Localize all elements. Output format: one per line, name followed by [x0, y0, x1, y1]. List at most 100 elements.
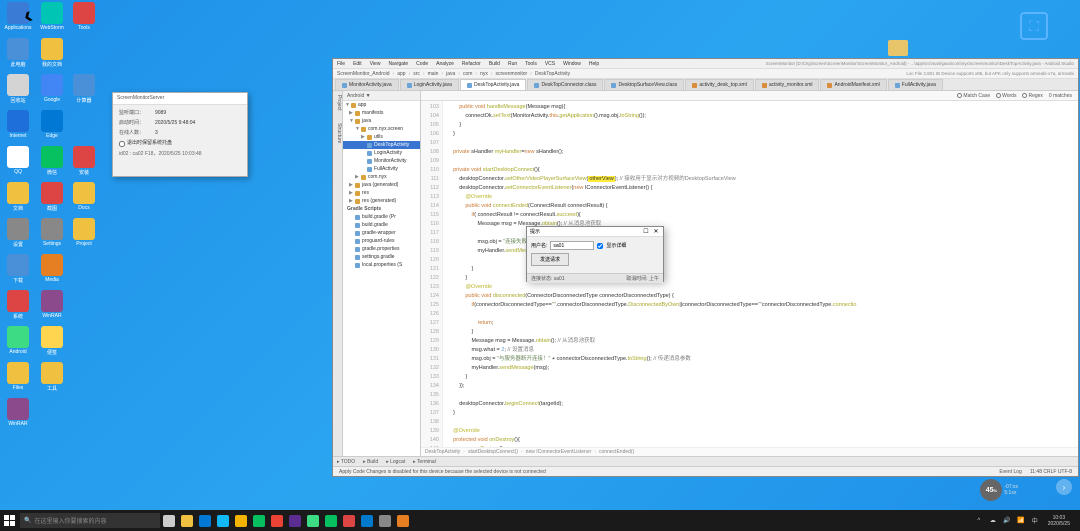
desktop-icon-安装[interactable]: 安装	[70, 146, 98, 180]
crumb-nyx[interactable]: nyx	[480, 71, 488, 77]
tree-Gradle Scripts[interactable]: Gradle Scripts	[343, 205, 420, 213]
tray-icon[interactable]: 🔊	[1002, 516, 1012, 526]
tree-local.properties (S[interactable]: local.properties (S	[343, 261, 420, 269]
desktop-icon-设置[interactable]: 设置	[4, 218, 32, 252]
dialog-close-icon[interactable]: ✕	[652, 228, 660, 236]
desktop-icon-下载[interactable]: 下载	[4, 254, 32, 288]
tray-icon[interactable]: 📶	[1016, 516, 1026, 526]
taskbar-wechat[interactable]	[250, 510, 268, 531]
desktop-icon-Docs[interactable]: Docs	[70, 182, 98, 216]
desktop-icon-我的文档[interactable]: 我的文档	[38, 38, 66, 72]
tree-app[interactable]: ▼app	[343, 101, 420, 109]
taskbar-vs[interactable]	[286, 510, 304, 531]
tab-activity_desk_top.xml[interactable]: activity_desk_top.xml	[685, 79, 754, 90]
desktop-icon-工具[interactable]: 工具	[38, 362, 66, 396]
send-request-button[interactable]: 发送请求	[531, 253, 569, 266]
taskbar-explorer[interactable]	[178, 510, 196, 531]
start-button[interactable]	[0, 510, 20, 531]
match-case-checkbox[interactable]	[957, 93, 962, 98]
bottom-tab-logcat[interactable]: ▸ Logcat	[386, 459, 405, 465]
crumb-main[interactable]: main	[428, 71, 439, 77]
desktop-folder[interactable]	[888, 40, 908, 56]
tab-LoginActivity.java[interactable]: LoginActivity.java	[400, 79, 459, 90]
desktop-icon-Files[interactable]: Files	[4, 362, 32, 396]
tab-MonitorActivity.java[interactable]: MonitorActivity.java	[335, 79, 399, 90]
tree-gradle.properties[interactable]: gradle.properties	[343, 245, 420, 253]
tree-MonitorActivity[interactable]: MonitorActivity	[343, 157, 420, 165]
desktop-icon-微信[interactable]: 微信	[38, 146, 66, 180]
tree-utils[interactable]: ▶utils	[343, 133, 420, 141]
ide-tool-strip-left[interactable]: ProjectStructure	[333, 91, 343, 456]
crumb-ScreenMonitor_Android[interactable]: ScreenMonitor_Android	[337, 71, 390, 77]
username-input[interactable]	[550, 241, 594, 250]
crumb-com[interactable]: com	[463, 71, 472, 77]
tree-header[interactable]: Android ▼	[343, 91, 420, 101]
menu-edit[interactable]: Edit	[353, 61, 362, 67]
crumb-src[interactable]: src	[413, 71, 420, 77]
desktop-icon-Android[interactable]: Android	[4, 326, 32, 360]
tree-res[interactable]: ▶res	[343, 189, 420, 197]
menu-code[interactable]: Code	[416, 61, 428, 67]
tree-proguard-rules[interactable]: proguard-rules	[343, 237, 420, 245]
words-checkbox[interactable]	[996, 93, 1001, 98]
taskbar-app2[interactable]	[376, 510, 394, 531]
tree-LoginActivity[interactable]: LoginActivity	[343, 149, 420, 157]
tree-settings.gradle[interactable]: settings.gradle	[343, 253, 420, 261]
desktop-icon-WinRAR[interactable]: WinRAR	[38, 290, 66, 324]
desktop-icon-便签[interactable]: 便签	[38, 326, 66, 360]
taskbar-task-view[interactable]	[160, 510, 178, 531]
desktop-icon-WinRAR[interactable]: WinRAR	[4, 398, 32, 432]
tree-manifests[interactable]: ▶manifests	[343, 109, 420, 117]
tree-DeskTopActivity[interactable]: DeskTopActivity	[343, 141, 420, 149]
desktop-icon-Edge[interactable]: Edge	[38, 110, 66, 144]
bottom-tab-build[interactable]: ▸ Build	[363, 459, 378, 465]
tab-activity_monitor.xml[interactable]: activity_monitor.xml	[755, 79, 820, 90]
taskbar-qq[interactable]	[214, 510, 232, 531]
crumb-DeskTopActivity[interactable]: DeskTopActivity	[535, 71, 570, 77]
desktop-icon-计算器[interactable]: 计算器	[70, 74, 98, 108]
menu-navigate[interactable]: Navigate	[388, 61, 408, 67]
desktop-icon-WebStorm[interactable]: WebStorm	[38, 2, 66, 36]
tree-com.nyx.screen[interactable]: ▼com.nyx.screen	[343, 125, 420, 133]
next-chevron-icon[interactable]: ›	[1056, 479, 1072, 495]
progress-indicator[interactable]: 45% -07:xx5:1xx	[980, 479, 1018, 501]
taskbar-wechat2[interactable]	[322, 510, 340, 531]
menu-file[interactable]: File	[337, 61, 345, 67]
desktop-icon-Google[interactable]: Google	[38, 74, 66, 108]
tree-java (generated)[interactable]: ▶java (generated)	[343, 181, 420, 189]
menu-build[interactable]: Build	[489, 61, 500, 67]
tree-build.gradle (Pr[interactable]: build.gradle (Pr	[343, 213, 420, 221]
taskbar-chrome[interactable]	[232, 510, 250, 531]
desktop-icon-回收站[interactable]: 回收站	[4, 74, 32, 108]
tree-com.nyx[interactable]: ▶com.nyx	[343, 173, 420, 181]
tree-gradle-wrapper[interactable]: gradle-wrapper	[343, 229, 420, 237]
menu-tools[interactable]: Tools	[525, 61, 537, 67]
tray-icon[interactable]: ☁	[988, 516, 998, 526]
crumb-app[interactable]: app	[397, 71, 405, 77]
expand-overlay[interactable]: ⛶	[1020, 12, 1048, 40]
tab-DeskTopActivity.java[interactable]: DeskTopActivity.java	[460, 79, 526, 90]
taskbar-vscode[interactable]	[358, 510, 376, 531]
regex-checkbox[interactable]	[1022, 93, 1027, 98]
desktop-icon-blank[interactable]	[70, 110, 98, 144]
tree-build.gradle[interactable]: build.gradle	[343, 221, 420, 229]
tray-icon[interactable]: 中	[1030, 516, 1040, 526]
menu-view[interactable]: View	[370, 61, 381, 67]
taskbar-clock[interactable]: 10:032020/5/25	[1044, 515, 1074, 527]
desktop-icon-系统[interactable]: 系统	[4, 290, 32, 324]
dialog-maximize-icon[interactable]: ☐	[642, 228, 650, 236]
desktop-icon-blank[interactable]	[70, 38, 98, 72]
taskbar-chrome2[interactable]	[268, 510, 286, 531]
line-gutter[interactable]: 1031041051061071081091101111121131141151…	[421, 101, 443, 447]
tab-DesktopSurfaceView.class[interactable]: DesktopSurfaceView.class	[604, 79, 684, 90]
desktop-icon-截图[interactable]: 截图	[38, 182, 66, 216]
util-titlebar[interactable]: ScreenMonitorServer	[113, 93, 247, 105]
menu-vcs[interactable]: VCS	[545, 61, 555, 67]
tree-res (generated)[interactable]: ▶res (generated)	[343, 197, 420, 205]
keep-tray-checkbox[interactable]	[119, 141, 125, 147]
bottom-tab-todo[interactable]: ▸ TODO	[337, 459, 355, 465]
menu-run[interactable]: Run	[508, 61, 517, 67]
desktop-icon-Internet[interactable]: Internet	[4, 110, 32, 144]
ide-project-tree[interactable]: Android ▼ ▼app▶manifests▼java▼com.nyx.sc…	[343, 91, 421, 456]
desktop-icon-此电脑[interactable]: 此电脑	[4, 38, 32, 72]
